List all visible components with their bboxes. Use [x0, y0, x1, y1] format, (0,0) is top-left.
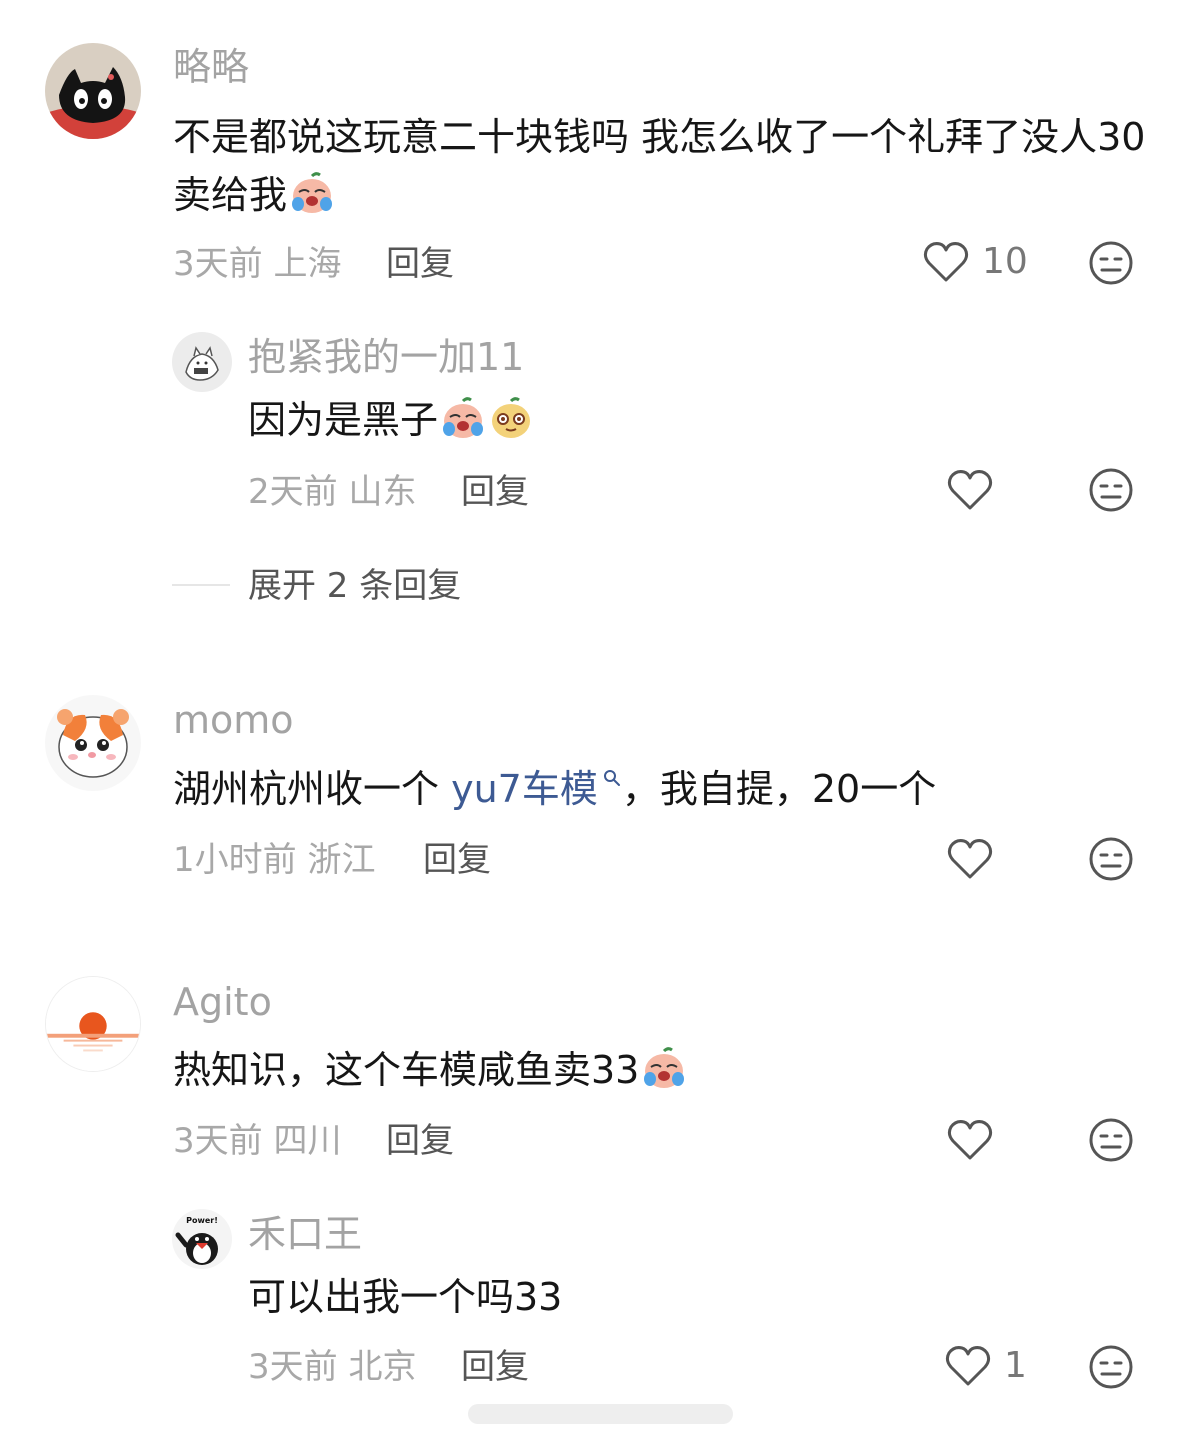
avatar[interactable] [45, 43, 141, 139]
comment-text-prefix: 湖州杭州收一个 [173, 767, 452, 811]
avatar-caption: Power! [186, 1216, 218, 1225]
like-button[interactable]: 10 [922, 240, 1028, 284]
crying-peach-emoji-icon [440, 395, 486, 441]
comment-username[interactable]: momo [173, 698, 294, 742]
dislike-button[interactable] [1088, 1117, 1134, 1163]
dislike-button[interactable] [1088, 240, 1134, 286]
comment-text-suffix: ，我自提，20一个 [621, 767, 937, 811]
heart-icon [945, 1346, 991, 1386]
comment-text: 可以出我一个吗33 [248, 1268, 1148, 1326]
watermark-strip [468, 1404, 733, 1424]
heart-icon [947, 1120, 993, 1160]
like-button[interactable] [946, 1118, 994, 1162]
expand-replies-button[interactable]: 展开 2 条回复 [248, 566, 461, 606]
comment-time: 3天前 [248, 1347, 338, 1387]
search-link[interactable]: yu7车模 [451, 767, 622, 811]
penguin-power-avatar-icon: Power! [172, 1209, 232, 1269]
comment-text-content: 因为是黑子 [248, 398, 439, 442]
comment-time: 1小时前 [173, 840, 297, 880]
crying-peach-emoji-icon [289, 170, 335, 216]
avatar[interactable] [45, 976, 141, 1072]
comment-meta: 3天前 四川 [173, 1121, 341, 1161]
like-count: 1 [1004, 1345, 1027, 1386]
comment-username[interactable]: 抱紧我的一加11 [248, 335, 524, 379]
search-icon [602, 768, 622, 788]
comment-meta: 2天前 山东 [248, 472, 416, 512]
comment-username[interactable]: 略略 [173, 45, 249, 89]
dislike-button[interactable] [1088, 836, 1134, 882]
search-link-text[interactable]: yu7车模 [451, 767, 598, 811]
comment-location: 北京 [348, 1347, 417, 1387]
heart-icon [947, 839, 993, 879]
black-cat-avatar-icon [45, 43, 141, 139]
dislike-button[interactable] [1088, 1344, 1134, 1390]
sunset-avatar-icon [46, 977, 140, 1071]
comment-location: 浙江 [307, 840, 376, 880]
avatar[interactable]: Power! [172, 1209, 232, 1269]
comment-username[interactable]: Agito [173, 980, 272, 1024]
comment-meta: 3天前 上海 [173, 244, 341, 284]
like-button[interactable] [946, 468, 994, 512]
dislike-button[interactable] [1088, 467, 1134, 513]
comment-text-content: 热知识，这个车模咸鱼卖33 [173, 1048, 640, 1092]
heart-icon [923, 242, 969, 282]
meh-face-icon [1089, 241, 1133, 285]
like-button[interactable] [946, 837, 994, 881]
comment-meta: 3天前 北京 [248, 1347, 416, 1387]
divider [172, 584, 230, 586]
hamster-avatar-icon [45, 695, 141, 791]
meh-face-icon [1089, 1118, 1133, 1162]
comment-text: 不是都说这玩意二十块钱吗 我怎么收了一个礼拜了没人30卖给我 [173, 108, 1158, 224]
reply-button[interactable]: 回复 [423, 840, 491, 880]
comment-location: 上海 [273, 244, 342, 284]
doodle-cat-avatar-icon [172, 332, 232, 392]
like-count: 10 [982, 241, 1028, 282]
like-button[interactable]: 1 [944, 1344, 1027, 1388]
comment-text: 热知识，这个车模咸鱼卖33 [173, 1041, 1158, 1099]
smug-peach-emoji-icon [488, 395, 534, 441]
comment-text-content: 可以出我一个吗33 [248, 1275, 563, 1319]
comment-username[interactable]: 禾口王 [248, 1212, 362, 1256]
meh-face-icon [1089, 837, 1133, 881]
comment-location: 四川 [273, 1121, 342, 1161]
reply-button[interactable]: 回复 [461, 1347, 529, 1387]
comment-meta: 1小时前 浙江 [173, 840, 375, 880]
avatar[interactable] [172, 332, 232, 392]
comment-time: 3天前 [173, 1121, 263, 1161]
crying-peach-emoji-icon [641, 1045, 687, 1091]
comment-location: 山东 [348, 472, 417, 512]
reply-button[interactable]: 回复 [386, 244, 454, 284]
comment-time: 2天前 [248, 472, 338, 512]
comment-text: 湖州杭州收一个 yu7车模 ，我自提，20一个 [173, 760, 1158, 818]
comment-text: 因为是黑子 [248, 391, 1148, 449]
heart-icon [947, 470, 993, 510]
meh-face-icon [1089, 468, 1133, 512]
avatar[interactable] [45, 695, 141, 791]
reply-button[interactable]: 回复 [386, 1121, 454, 1161]
reply-button[interactable]: 回复 [461, 472, 529, 512]
comment-time: 3天前 [173, 244, 263, 284]
meh-face-icon [1089, 1345, 1133, 1389]
